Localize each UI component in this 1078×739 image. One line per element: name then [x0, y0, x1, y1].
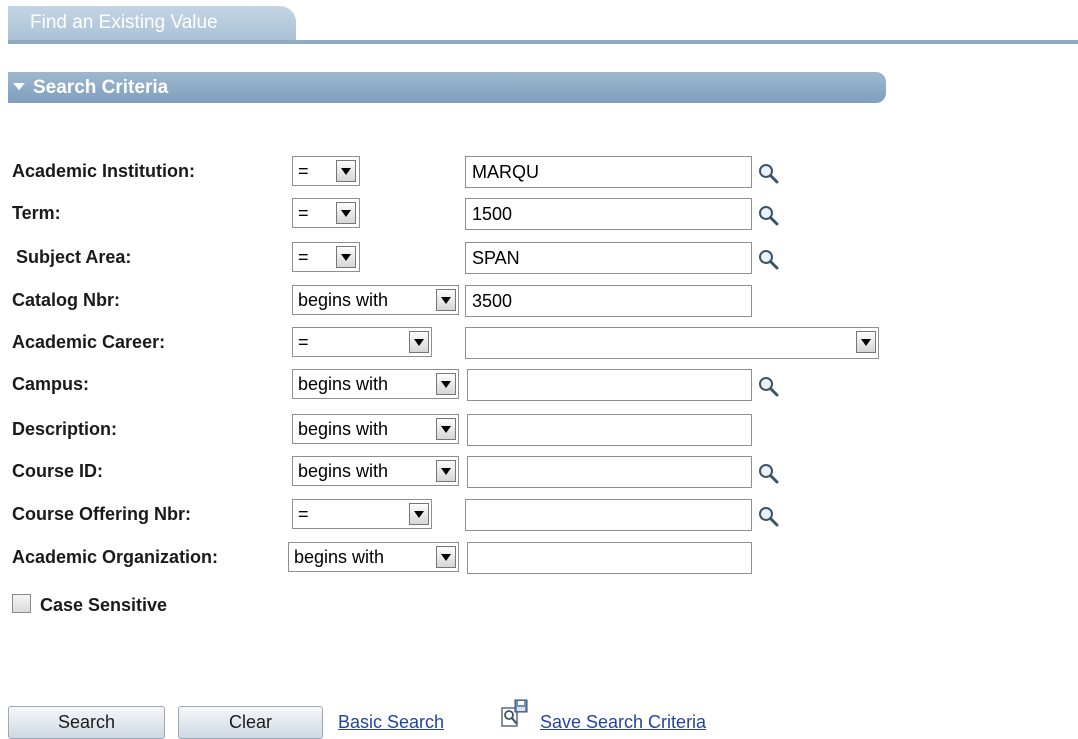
course-offering-nbr-label: Course Offering Nbr:	[12, 504, 192, 524]
chevron-down-icon[interactable]	[436, 418, 456, 440]
chevron-down-icon[interactable]	[436, 460, 456, 482]
campus-label: Campus:	[12, 374, 90, 394]
academic-career-operator[interactable]: =	[292, 327, 432, 357]
row-academic-career: Academic Career: =	[0, 325, 1078, 359]
tab-divider	[8, 40, 1078, 44]
row-course-offering-nbr: Course Offering Nbr: =	[0, 497, 1078, 531]
catalog-nbr-label: Catalog Nbr:	[12, 290, 120, 310]
academic-career-select[interactable]	[465, 327, 879, 359]
chevron-down-icon[interactable]	[409, 503, 429, 525]
term-label: Term:	[12, 203, 61, 223]
academic-organization-operator[interactable]: begins with	[288, 542, 459, 572]
case-sensitive-checkbox[interactable]	[12, 594, 31, 613]
lookup-magnifier-icon[interactable]	[757, 505, 779, 527]
subject-area-input[interactable]: SPAN	[465, 242, 752, 274]
academic-institution-operator[interactable]: =	[292, 156, 360, 186]
row-campus: Campus: begins with	[0, 367, 1078, 401]
chevron-down-icon[interactable]	[336, 246, 356, 268]
row-description: Description: begins with	[0, 412, 1078, 446]
campus-input[interactable]	[467, 369, 752, 401]
lookup-magnifier-icon[interactable]	[757, 248, 779, 270]
description-input[interactable]	[467, 414, 752, 446]
catalog-nbr-operator[interactable]: begins with	[292, 285, 459, 315]
clear-button[interactable]: Clear	[178, 706, 323, 739]
chevron-down-icon[interactable]	[856, 331, 876, 353]
tab-find-existing-value[interactable]: Find an Existing Value	[8, 6, 296, 43]
collapse-triangle-icon[interactable]	[13, 82, 25, 90]
row-term: Term: = 1500	[0, 196, 1078, 230]
row-course-id: Course ID: begins with	[0, 454, 1078, 488]
chevron-down-icon[interactable]	[409, 331, 429, 353]
lookup-magnifier-icon[interactable]	[757, 462, 779, 484]
term-operator[interactable]: =	[292, 198, 360, 228]
term-input[interactable]: 1500	[465, 198, 752, 230]
subject-area-label: Subject Area:	[16, 247, 132, 267]
academic-organization-label: Academic Organization:	[12, 547, 219, 567]
chevron-down-icon[interactable]	[436, 373, 456, 395]
chevron-down-icon[interactable]	[436, 289, 456, 311]
section-title: Search Criteria	[33, 77, 169, 98]
case-sensitive-label: Case Sensitive	[40, 595, 168, 615]
row-catalog-nbr: Catalog Nbr: begins with 3500	[0, 283, 1078, 317]
save-search-icon[interactable]	[500, 699, 530, 729]
course-id-label: Course ID:	[12, 461, 104, 481]
search-criteria-header[interactable]: Search Criteria	[8, 72, 886, 103]
description-operator[interactable]: begins with	[292, 414, 459, 444]
academic-organization-input[interactable]	[467, 542, 752, 574]
search-page: Find an Existing Value Search Criteria A…	[0, 0, 1078, 739]
course-id-operator[interactable]: begins with	[292, 456, 459, 486]
chevron-down-icon[interactable]	[336, 202, 356, 224]
chevron-down-icon[interactable]	[336, 160, 356, 182]
row-subject-area: Subject Area: = SPAN	[0, 240, 1078, 274]
basic-search-link[interactable]: Basic Search	[338, 709, 444, 735]
search-button[interactable]: Search	[8, 706, 165, 739]
save-search-criteria-link[interactable]: Save Search Criteria	[540, 709, 706, 735]
academic-institution-input[interactable]: MARQU	[465, 156, 752, 188]
row-academic-institution: Academic Institution: = MARQU	[0, 154, 1078, 188]
chevron-down-icon[interactable]	[436, 546, 456, 568]
lookup-magnifier-icon[interactable]	[757, 204, 779, 226]
course-id-input[interactable]	[467, 456, 752, 488]
row-academic-organization: Academic Organization: begins with	[0, 540, 1078, 574]
academic-institution-label: Academic Institution:	[12, 161, 196, 181]
lookup-magnifier-icon[interactable]	[757, 162, 779, 184]
lookup-magnifier-icon[interactable]	[757, 375, 779, 397]
course-offering-nbr-input[interactable]	[465, 499, 752, 531]
catalog-nbr-input[interactable]: 3500	[465, 285, 752, 317]
campus-operator[interactable]: begins with	[292, 369, 459, 399]
course-offering-nbr-operator[interactable]: =	[292, 499, 432, 529]
academic-career-label: Academic Career:	[12, 332, 166, 352]
description-label: Description:	[12, 419, 118, 439]
subject-area-operator[interactable]: =	[292, 242, 360, 272]
